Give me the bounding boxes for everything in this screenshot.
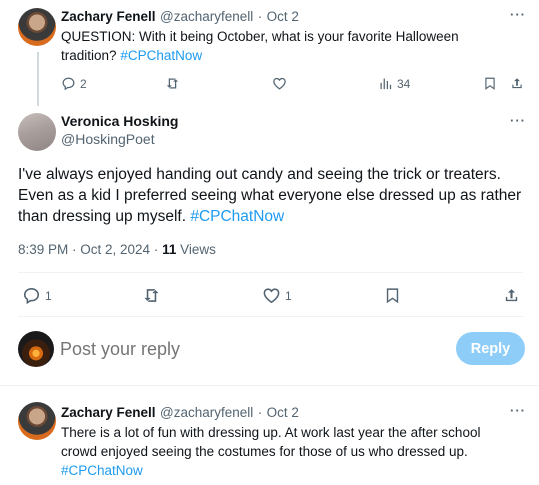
hashtag-link[interactable]: #CPChatNow [190,208,284,225]
author-name[interactable]: Veronica Hosking [61,113,178,129]
bookmark-icon [386,288,399,304]
separator: · [257,405,263,420]
more-options-icon[interactable]: ··· [510,113,526,128]
tweet-timestamp[interactable]: 8:39 PM · Oct 2, 2024 · [18,242,158,257]
divider [18,272,523,273]
retweet-action[interactable] [164,76,181,91]
retweet-icon [144,289,159,302]
author-block: Veronica Hosking @HoskingPoet [61,113,178,147]
reply-icon [23,287,40,305]
author-handle[interactable]: @zacharyfenell [160,9,253,24]
analytics-icon [380,78,392,90]
tweet-header: Zachary Fenell @zacharyfenell · Oct 2 [61,8,299,26]
separator: · [257,9,263,24]
share-icon [512,78,522,89]
tweet-date[interactable]: Oct 2 [267,9,299,24]
views-label: Views [180,242,216,257]
tweet-header: Zachary Fenell @zacharyfenell · Oct 2 [61,404,299,422]
views-count: 34 [397,76,411,91]
author-handle[interactable]: @HoskingPoet [61,131,178,147]
bookmark-action[interactable] [384,286,401,305]
retweet-action[interactable] [141,286,162,305]
reply-input[interactable] [60,334,440,364]
author-name[interactable]: Zachary Fenell [61,9,156,24]
avatar[interactable] [18,8,56,46]
author-name[interactable]: Zachary Fenell [61,405,156,420]
reply-icon [62,77,75,91]
author-handle[interactable]: @zacharyfenell [160,405,253,420]
share-icon [505,289,518,302]
main-tweet-text: I've always enjoyed handing out candy an… [18,166,522,225]
heart-icon [263,288,280,304]
bookmark-action[interactable] [483,76,497,91]
hashtag-link[interactable]: #CPChatNow [120,48,202,63]
tweet-text: There is a lot of fun with dressing up. … [61,423,531,480]
reply-action[interactable]: 1 [22,286,52,305]
bookmark-icon [485,77,495,90]
avatar [18,331,54,367]
reply-count: 1 [45,288,52,303]
reply-action[interactable]: 2 [61,76,87,91]
hashtag-link[interactable]: #CPChatNow [61,461,531,480]
share-action[interactable] [510,76,524,91]
like-action[interactable] [272,76,287,91]
views-count: 11 [162,242,177,257]
avatar[interactable] [18,402,56,440]
divider [0,385,539,386]
more-options-icon[interactable]: ··· [510,7,526,22]
avatar[interactable] [18,113,56,151]
tweet-timestamp-row: 8:39 PM · Oct 2, 2024 · 11 Views [18,242,216,257]
tweet-text: QUESTION: With it being October, what is… [61,29,459,63]
views-action[interactable]: 34 [378,76,410,91]
share-action[interactable] [503,286,520,305]
divider [18,316,523,317]
reply-count: 2 [80,76,87,91]
like-count: 1 [285,288,292,303]
thread-line [37,52,39,106]
retweet-icon [166,78,179,89]
reply-button[interactable]: Reply [456,332,525,365]
more-options-icon[interactable]: ··· [510,403,526,418]
tweet-date[interactable]: Oct 2 [267,405,299,420]
heart-icon [273,77,286,90]
like-action[interactable]: 1 [262,286,292,305]
